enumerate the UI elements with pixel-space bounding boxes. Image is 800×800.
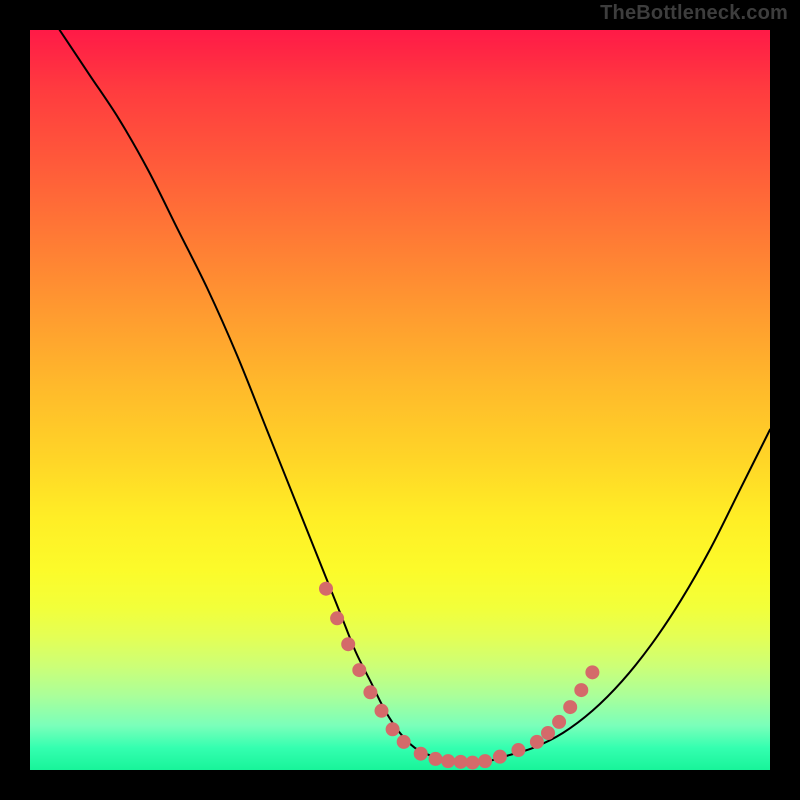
- bottleneck-curve: [60, 30, 770, 763]
- curve-dot: [386, 723, 399, 736]
- curve-dot: [575, 684, 588, 697]
- curve-dot: [331, 612, 344, 625]
- curve-svg: [30, 30, 770, 770]
- curve-dot: [466, 756, 479, 769]
- curve-dot: [479, 755, 492, 768]
- plot-area: [30, 30, 770, 770]
- chart-stage: TheBottleneck.com: [0, 0, 800, 800]
- curve-dot: [353, 664, 366, 677]
- curve-dot: [397, 735, 410, 748]
- curve-dot: [586, 666, 599, 679]
- curve-dot: [493, 750, 506, 763]
- curve-dot: [364, 686, 377, 699]
- curve-dot: [442, 755, 455, 768]
- curve-dot: [454, 755, 467, 768]
- curve-dot: [564, 701, 577, 714]
- curve-dot: [320, 582, 333, 595]
- curve-dot: [342, 638, 355, 651]
- curve-dot: [375, 704, 388, 717]
- curve-dot: [414, 747, 427, 760]
- curve-dot: [553, 715, 566, 728]
- watermark-label: TheBottleneck.com: [600, 2, 788, 25]
- curve-dot: [429, 752, 442, 765]
- curve-dot: [512, 744, 525, 757]
- dot-cluster: [320, 582, 599, 769]
- curve-dot: [530, 735, 543, 748]
- curve-dot: [542, 727, 555, 740]
